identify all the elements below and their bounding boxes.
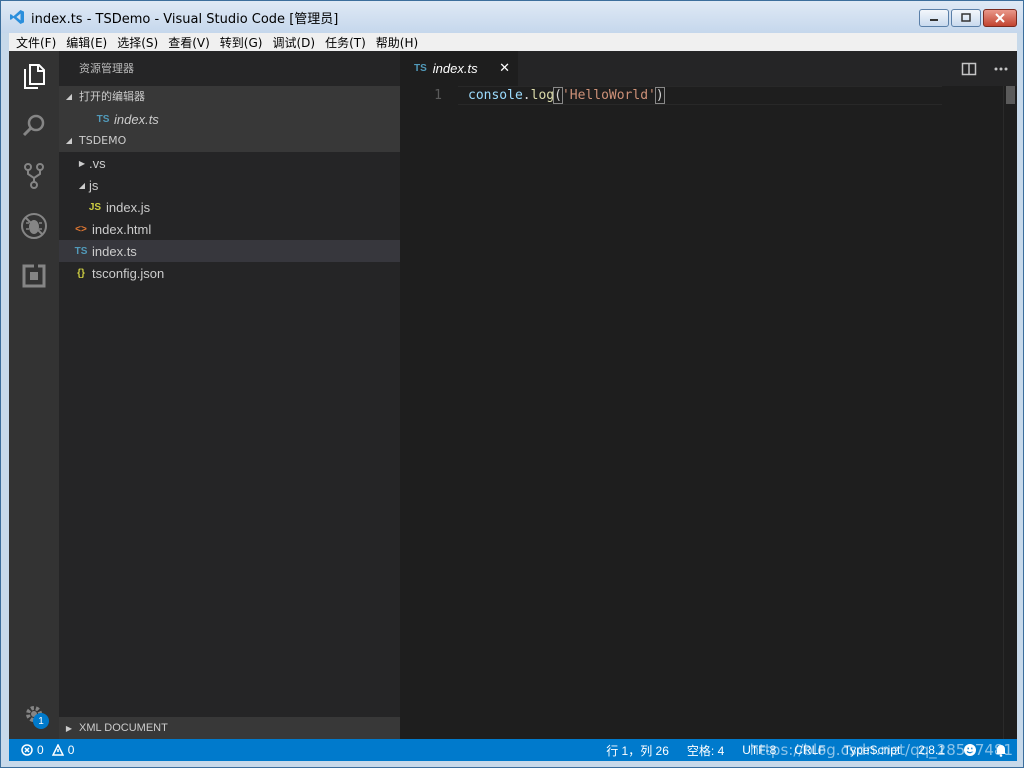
tree-item-vs[interactable]: ▶ .vs [59,152,400,174]
tree-item-label: index.js [106,199,151,215]
tree-item-label: .vs [89,155,106,171]
app-window: index.ts - TSDemo - Visual Studio Code [… [0,0,1024,768]
xml-document-label: XML DOCUMENT [79,722,168,734]
indentation[interactable]: 空格: 4 [687,742,724,759]
open-editor-label: index.ts [114,111,159,127]
menu-view[interactable]: 查看(V) [163,34,215,51]
tree-item-label: tsconfig.json [92,265,165,281]
open-editors-label: 打开的编辑器 [79,90,145,103]
chevron-down-icon: ◢ [78,180,86,190]
chevron-right-icon: ▶ [65,723,73,733]
code-text: console.log('HelloWorld') [448,86,665,105]
xml-document-header[interactable]: ▶ XML DOCUMENT [59,717,400,739]
activity-bar: 1 [9,51,59,739]
tab-bar: TS index.ts ✕ [400,51,1017,86]
line-number: 1 [434,88,442,103]
files-icon [24,64,45,89]
chevron-down-icon: ◢ [65,92,73,101]
tab-index-ts[interactable]: TS index.ts ✕ [400,51,518,86]
menu-selection[interactable]: 选择(S) [112,34,163,51]
close-icon [995,13,1005,23]
open-editors-header[interactable]: ◢ 打开的编辑器 [59,86,400,108]
search-icon [22,114,45,137]
maximize-button[interactable] [951,9,981,27]
explorer-activity[interactable] [9,51,59,101]
window-controls [919,9,1017,27]
javascript-file-icon: JS [88,201,102,213]
split-editor-icon[interactable] [961,61,977,77]
minimize-icon [930,19,938,21]
token-string: 'HelloWorld' [561,88,656,103]
menu-go[interactable]: 转到(G) [215,34,268,51]
menu-help[interactable]: 帮助(H) [371,34,423,51]
tree-item-index-ts[interactable]: TS index.ts [59,240,400,262]
tree-item-js-folder[interactable]: ◢ js [59,174,400,196]
html-file-icon: <> [75,223,87,235]
typescript-file-icon: TS [96,113,110,125]
watermark-text: https://blog.csdn.net/qq_28597481 [749,741,1013,759]
tab-label: index.ts [432,61,478,76]
warning-count: 0 [67,743,75,757]
chevron-down-icon: ◢ [65,136,73,145]
vscode-logo-icon [10,10,24,24]
json-file-icon: {} [77,267,85,279]
workbench: 1 资源管理器 ◢ 打开的编辑器 TS index.ts ◢ TSDEMO ▶ … [9,51,1017,761]
menu-file[interactable]: 文件(F) [11,34,61,51]
explorer-sidebar: 资源管理器 ◢ 打开的编辑器 TS index.ts ◢ TSDEMO ▶ .v… [59,51,400,739]
menu-bar: 文件(F) 编辑(E) 选择(S) 查看(V) 转到(G) 调试(D) 任务(T… [9,33,1017,51]
extensions-activity[interactable] [9,251,59,301]
maximize-icon [961,13,971,22]
token-identifier: console [468,88,523,103]
project-header[interactable]: ◢ TSDEMO [59,130,400,152]
token-function: log [530,88,555,103]
cursor-position[interactable]: 行 1，列 26 [606,742,669,759]
close-window-button[interactable] [983,9,1017,27]
menu-edit[interactable]: 编辑(E) [61,34,112,51]
search-activity[interactable] [9,101,59,151]
typescript-file-icon: TS [74,245,88,257]
problems-indicator[interactable]: 0 0 [9,743,74,757]
typescript-file-icon: TS [414,63,427,74]
more-actions-icon[interactable] [993,61,1009,77]
tree-item-index-html[interactable]: <> index.html [59,218,400,240]
source-control-activity[interactable] [9,151,59,201]
code-editor[interactable]: 1 console.log('HelloWorld') [400,86,997,739]
sidebar-title: 资源管理器 [79,62,134,75]
debug-icon [21,213,47,239]
settings-badge: 1 [33,713,49,729]
close-tab-icon[interactable]: ✕ [499,60,510,76]
window-title: index.ts - TSDemo - Visual Studio Code [… [31,11,339,27]
title-bar: index.ts - TSDemo - Visual Studio Code [… [1,1,1023,33]
error-count: 0 [37,743,44,757]
minimize-button[interactable] [919,9,949,27]
tree-item-index-js[interactable]: JS index.js [59,196,400,218]
scrollbar-thumb[interactable] [1006,86,1015,104]
error-icon [21,744,33,756]
token-open-paren: ( [553,87,563,104]
tree-item-label: js [89,177,99,193]
vertical-scrollbar[interactable] [1003,86,1017,739]
warning-icon [51,744,64,756]
manage-activity[interactable] [9,689,59,739]
project-label: TSDEMO [79,134,127,147]
extensions-icon [22,264,46,288]
debug-activity[interactable] [9,201,59,251]
menu-debug[interactable]: 调试(D) [267,34,320,51]
editor-actions [961,51,1009,86]
token-dot: . [522,88,531,103]
chevron-right-icon: ▶ [78,158,86,168]
code-line: 1 console.log('HelloWorld') [400,86,997,105]
open-editor-item[interactable]: TS index.ts [59,108,400,130]
status-bar: 0 0 行 1，列 26 空格: 4 UTF-8 CRLF TypeScript… [9,739,1017,761]
editor-area: TS index.ts ✕ 1 console.log('HelloWorld'… [400,51,1017,739]
source-control-icon [24,163,44,189]
tree-item-label: index.ts [92,243,137,259]
token-close-paren: ) [654,87,665,104]
menu-tasks[interactable]: 任务(T) [320,34,371,51]
tree-item-tsconfig[interactable]: {} tsconfig.json [59,262,400,284]
tree-item-label: index.html [92,221,152,237]
